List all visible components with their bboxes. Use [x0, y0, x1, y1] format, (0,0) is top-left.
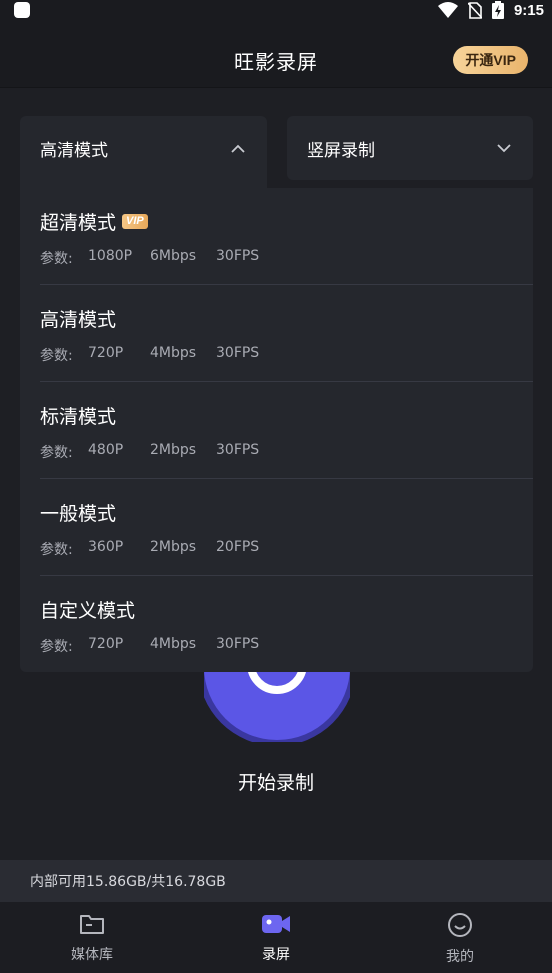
param-label: 参数: [40, 639, 73, 655]
option-params: 参数: 720P 4Mbps 30FPS [40, 345, 259, 365]
option-title: 标清模式 [40, 406, 117, 428]
param-label: 参数: [40, 445, 73, 461]
param-bitrate: 2Mbps [150, 442, 197, 458]
param-fps: 30FPS [216, 248, 260, 264]
param-resolution: 1080P [88, 248, 133, 264]
bottom-nav: 媒体库 录屏 我的 [0, 902, 552, 973]
nav-label: 媒体库 [71, 947, 113, 963]
param-fps: 30FPS [216, 636, 260, 652]
param-resolution: 480P [88, 442, 124, 458]
option-params: 参数: 480P 2Mbps 30FPS [40, 442, 259, 462]
quality-dropdown-label: 高清模式 [40, 140, 108, 161]
quality-options-list: 超清模式 VIP 参数: 1080P 6Mbps 30FPS 高清模式 参数: … [20, 188, 533, 672]
wifi-icon [437, 2, 458, 18]
smiley-icon [447, 912, 473, 938]
param-resolution: 720P [88, 345, 124, 361]
option-title: 一般模式 [40, 503, 117, 525]
option-title: 超清模式 [40, 212, 117, 234]
nav-label: 录屏 [262, 947, 290, 963]
nav-item-me[interactable]: 我的 [368, 902, 552, 973]
param-bitrate: 4Mbps [150, 345, 197, 361]
app-header: 旺影录屏 开通VIP [0, 34, 552, 88]
option-title: 高清模式 [40, 309, 117, 331]
page-title: 旺影录屏 [234, 50, 318, 74]
quality-dropdown[interactable]: 高清模式 [20, 116, 267, 188]
quality-option-sd[interactable]: 标清模式 参数: 480P 2Mbps 30FPS [40, 382, 533, 479]
quality-option-ultra[interactable]: 超清模式 VIP 参数: 1080P 6Mbps 30FPS [40, 188, 533, 285]
open-vip-button[interactable]: 开通VIP [453, 46, 528, 74]
app-square-icon [14, 2, 30, 18]
quality-option-hd[interactable]: 高清模式 参数: 720P 4Mbps 30FPS [40, 285, 533, 382]
param-label: 参数: [40, 348, 73, 364]
record-label: 开始录制 [237, 772, 314, 794]
storage-text: 内部可用15.86GB/共16.78GB [30, 874, 226, 890]
chevron-up-icon [231, 144, 245, 153]
param-resolution: 360P [88, 539, 124, 555]
quality-option-custom[interactable]: 自定义模式 参数: 720P 4Mbps 30FPS [40, 576, 533, 673]
folder-icon [79, 912, 105, 936]
param-bitrate: 6Mbps [150, 248, 197, 264]
storage-info: 内部可用15.86GB/共16.78GB [0, 860, 552, 902]
quality-option-normal[interactable]: 一般模式 参数: 360P 2Mbps 20FPS [40, 479, 533, 576]
option-params: 参数: 720P 4Mbps 30FPS [40, 636, 259, 656]
option-title: 自定义模式 [40, 600, 136, 622]
param-label: 参数: [40, 542, 73, 558]
param-resolution: 720P [88, 636, 124, 652]
vip-badge: VIP [122, 214, 148, 229]
param-bitrate: 4Mbps [150, 636, 197, 652]
chevron-down-icon [497, 143, 511, 153]
param-label: 参数: [40, 251, 73, 267]
no-sim-icon [467, 1, 482, 19]
orientation-dropdown-label: 竖屏录制 [307, 140, 375, 161]
clock: 9:15 [513, 1, 544, 19]
orientation-dropdown[interactable]: 竖屏录制 [287, 116, 533, 180]
nav-label: 我的 [446, 949, 474, 965]
video-camera-icon [261, 912, 291, 936]
status-bar: 9:15 [0, 0, 552, 20]
param-fps: 30FPS [216, 442, 260, 458]
option-params: 参数: 1080P 6Mbps 30FPS [40, 248, 259, 268]
nav-item-record[interactable]: 录屏 [184, 902, 368, 973]
param-fps: 20FPS [216, 539, 260, 555]
param-fps: 30FPS [216, 345, 260, 361]
nav-item-media-library[interactable]: 媒体库 [0, 902, 184, 973]
battery-charging-icon [491, 1, 504, 19]
param-bitrate: 2Mbps [150, 539, 197, 555]
option-params: 参数: 360P 2Mbps 20FPS [40, 539, 259, 559]
